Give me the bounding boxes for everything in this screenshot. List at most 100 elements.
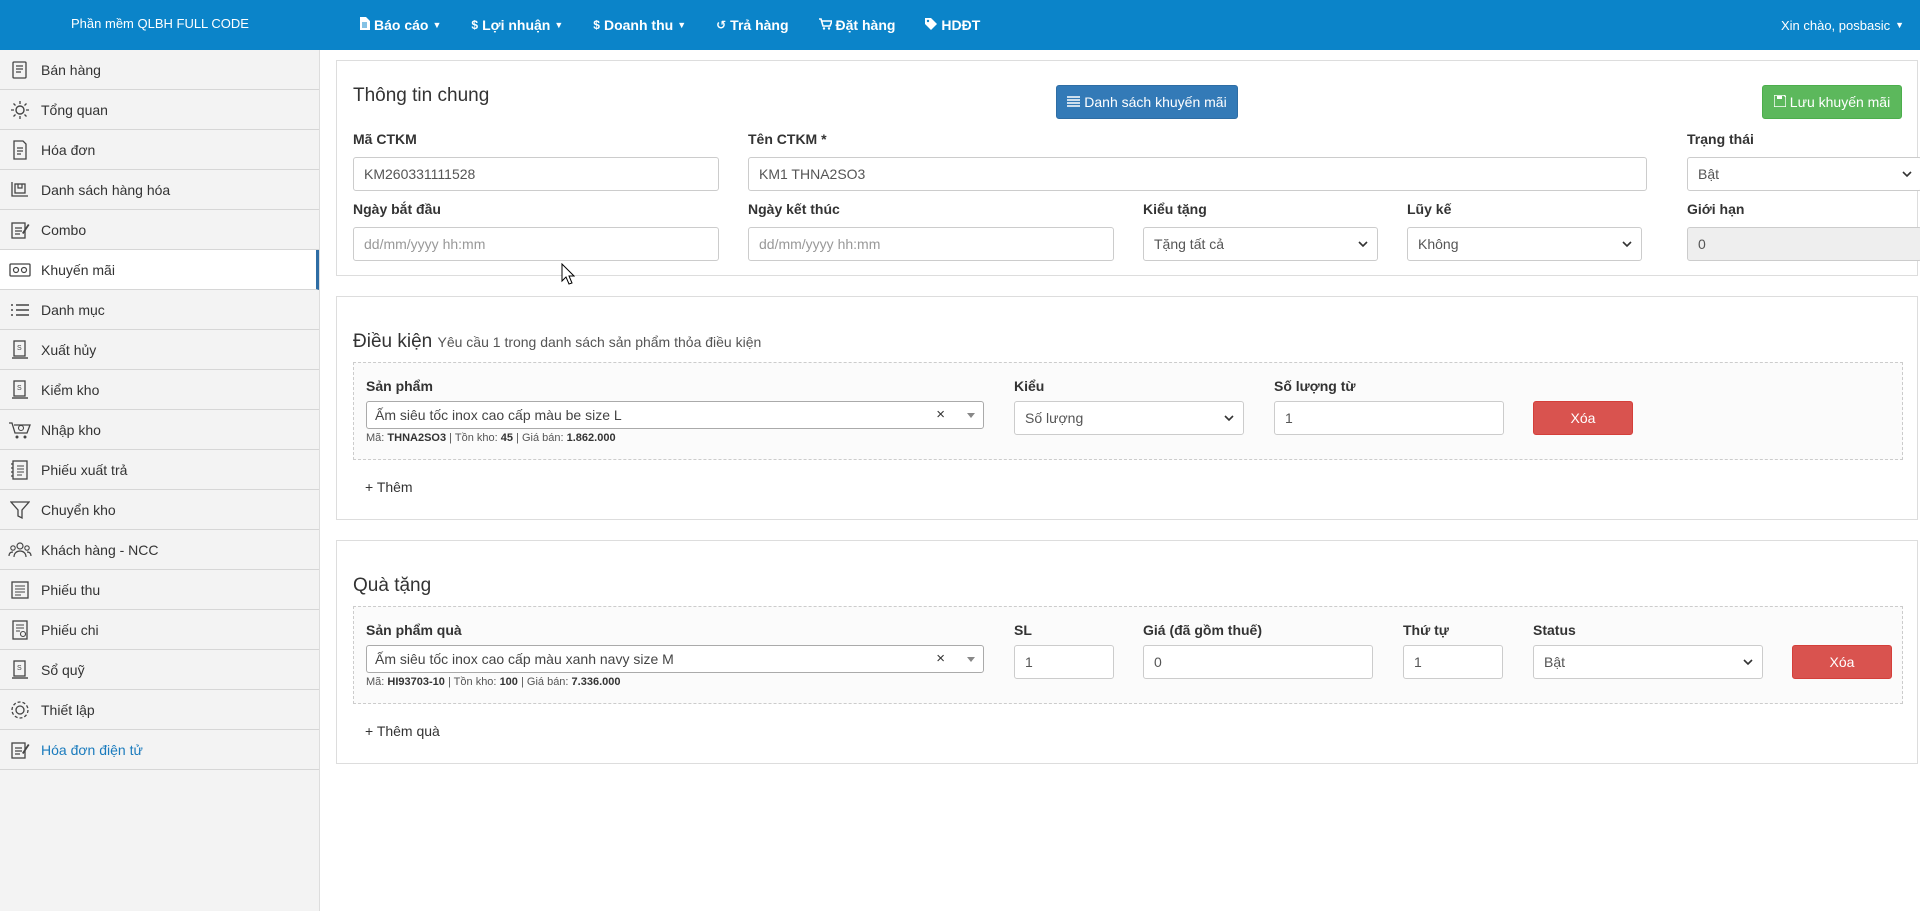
- end-date-input[interactable]: [748, 227, 1114, 261]
- sidebar-item-hoa-don-dien-tu[interactable]: Hóa đơn điện tử: [0, 730, 319, 770]
- promotion-list-button[interactable]: Danh sách khuyến mãi: [1056, 85, 1238, 119]
- sidebar-item-hoa-don[interactable]: Hóa đơn: [0, 130, 319, 170]
- stock-check-icon: S: [8, 378, 32, 402]
- sidebar-item-nhap-kho[interactable]: Nhập kho: [0, 410, 319, 450]
- qty-from-input[interactable]: [1274, 401, 1504, 435]
- cashbook-icon: S: [8, 658, 32, 682]
- condition-type-value: Số lượng: [1025, 410, 1084, 426]
- sidebar-item-kiem-kho[interactable]: S Kiểm kho: [0, 370, 319, 410]
- return-slip-icon: [8, 458, 32, 482]
- type-label: Kiểu: [1014, 378, 1045, 394]
- chevron-down-icon: [1743, 659, 1753, 666]
- cumulative-select[interactable]: Không: [1407, 227, 1642, 261]
- sidebar-item-phieu-thu[interactable]: Phiếu thu: [0, 570, 319, 610]
- sidebar-item-combo[interactable]: Combo: [0, 210, 319, 250]
- product-list-icon: [8, 178, 32, 202]
- gift-type-select[interactable]: Tặng tất cả: [1143, 227, 1378, 261]
- condition-type-select[interactable]: Số lượng: [1014, 401, 1244, 435]
- general-info-title: Thông tin chung: [353, 85, 490, 106]
- meta-price: 1.862.000: [566, 432, 616, 444]
- sidebar-item-label: Hóa đơn: [41, 141, 96, 158]
- condition-product-meta: Mã: THNA2SO3 | Tồn kho: 45 | Giá bán: 1.…: [366, 432, 616, 444]
- caret-down-icon: [967, 413, 975, 418]
- sidebar-item-chuyen-kho[interactable]: Chuyển kho: [0, 490, 319, 530]
- nav-doanh-thu[interactable]: $ Doanh thu ▼: [578, 0, 701, 50]
- name-input[interactable]: [748, 157, 1647, 191]
- app-brand[interactable]: Phần mềm QLBH FULL CODE: [0, 0, 320, 50]
- main-nav: Báo cáo ▼ $ Lợi nhuận ▼ $ Doanh thu ▼ ↺ …: [344, 0, 995, 50]
- add-condition-link[interactable]: + Thêm: [365, 479, 413, 495]
- save-icon: [1773, 94, 1787, 110]
- nav-tra-hang[interactable]: ↺ Trả hàng: [701, 0, 803, 50]
- gift-product-select[interactable]: Ấm siêu tốc inox cao cấp màu xanh navy s…: [366, 645, 984, 673]
- cumulative-value: Không: [1418, 236, 1459, 252]
- nav-dat-hang[interactable]: Đặt hàng: [804, 0, 911, 50]
- meta-code-label: Mã:: [366, 432, 385, 444]
- condition-product-select[interactable]: Ấm siêu tốc inox cao cấp màu be size L ×: [366, 401, 984, 429]
- gift-order-input[interactable]: [1403, 645, 1503, 679]
- gift-price-input[interactable]: [1143, 645, 1373, 679]
- meta-stock: 100: [499, 676, 518, 688]
- cart-icon: [818, 17, 833, 33]
- sidebar-item-ban-hang[interactable]: Bán hàng: [0, 50, 319, 90]
- gift-product-value: Ấm siêu tốc inox cao cấp màu xanh navy s…: [375, 651, 674, 667]
- status-label: Trạng thái: [1687, 131, 1754, 147]
- meta-price-label: | Giá bán:: [520, 676, 569, 688]
- nav-label: Doanh thu: [603, 17, 674, 33]
- dollar-icon: $: [593, 18, 600, 32]
- delete-gift-button[interactable]: Xóa: [1792, 645, 1892, 679]
- cumulative-label: Lũy kế: [1407, 201, 1452, 217]
- customers-icon: [8, 538, 32, 562]
- gift-status-label: Status: [1533, 622, 1576, 638]
- user-menu[interactable]: Xin chào, posbasic ▼: [1781, 0, 1904, 50]
- sidebar-item-danh-muc[interactable]: Danh mục: [0, 290, 319, 330]
- clear-icon[interactable]: ×: [936, 406, 945, 423]
- sidebar-item-xuat-huy[interactable]: S Xuất hủy: [0, 330, 319, 370]
- condition-title: Điều kiện Yêu cầu 1 trong danh sách sản …: [353, 331, 761, 353]
- sidebar-item-khach-hang-ncc[interactable]: Khách hàng - NCC: [0, 530, 319, 570]
- name-label: Tên CTKM *: [748, 131, 827, 147]
- sidebar-item-phieu-chi[interactable]: Phiếu chi: [0, 610, 319, 650]
- start-date-input[interactable]: [353, 227, 719, 261]
- user-greeting: Xin chào, posbasic: [1780, 17, 1891, 33]
- sidebar-item-label: Combo: [41, 221, 87, 238]
- nav-label: Lợi nhuận: [482, 17, 551, 33]
- list-icon: [1067, 94, 1081, 110]
- sidebar-item-phieu-xuat-tra[interactable]: Phiếu xuất trả: [0, 450, 319, 490]
- nav-loi-nhuan[interactable]: $ Lợi nhuận ▼: [456, 0, 578, 50]
- nav-hddt[interactable]: HDĐT: [910, 0, 995, 50]
- sidebar-item-khuyen-mai[interactable]: Khuyến mãi: [0, 250, 319, 290]
- status-select[interactable]: Bật: [1687, 157, 1920, 191]
- code-input[interactable]: [353, 157, 719, 191]
- chevron-down-icon: ▼: [432, 20, 442, 30]
- gift-product-label: Sản phẩm quà: [366, 622, 462, 638]
- condition-panel: Điều kiện Yêu cầu 1 trong danh sách sản …: [336, 296, 1918, 520]
- sidebar-item-label: Bán hàng: [41, 61, 101, 78]
- sidebar-item-danh-sach-hang-hoa[interactable]: Danh sách hàng hóa: [0, 170, 319, 210]
- sidebar-item-tong-quan[interactable]: Tổng quan: [0, 90, 319, 130]
- end-date-label: Ngày kết thúc: [748, 201, 840, 217]
- sidebar-item-label: Nhập kho: [41, 421, 101, 438]
- sidebar-item-so-quy[interactable]: S Sổ quỹ: [0, 650, 319, 690]
- sidebar-item-label: Sổ quỹ: [41, 661, 85, 678]
- chevron-down-icon: ▼: [554, 20, 564, 30]
- chevron-down-icon: [1902, 171, 1912, 178]
- tag-icon: [925, 17, 938, 33]
- dollar-icon: $: [471, 18, 479, 32]
- transfer-icon: [8, 498, 32, 522]
- sidebar-item-thiet-lap[interactable]: Thiết lập: [0, 690, 319, 730]
- svg-text:S: S: [17, 345, 22, 352]
- nav-label: Báo cáo: [374, 17, 429, 33]
- condition-heading: Điều kiện: [353, 331, 433, 352]
- add-gift-link[interactable]: + Thêm quà: [365, 723, 440, 739]
- gift-status-select[interactable]: Bật: [1533, 645, 1763, 679]
- sidebar-item-label: Xuất hủy: [41, 341, 97, 358]
- gift-qty-label: SL: [1014, 622, 1032, 638]
- gift-qty-input[interactable]: [1014, 645, 1114, 679]
- delete-condition-button[interactable]: Xóa: [1533, 401, 1633, 435]
- save-promotion-button[interactable]: Lưu khuyến mãi: [1762, 85, 1902, 119]
- nav-bao-cao[interactable]: Báo cáo ▼: [344, 0, 456, 50]
- clear-icon[interactable]: ×: [936, 650, 945, 667]
- limit-input: [1687, 227, 1920, 261]
- promotion-list-label: Danh sách khuyến mãi: [1084, 94, 1227, 110]
